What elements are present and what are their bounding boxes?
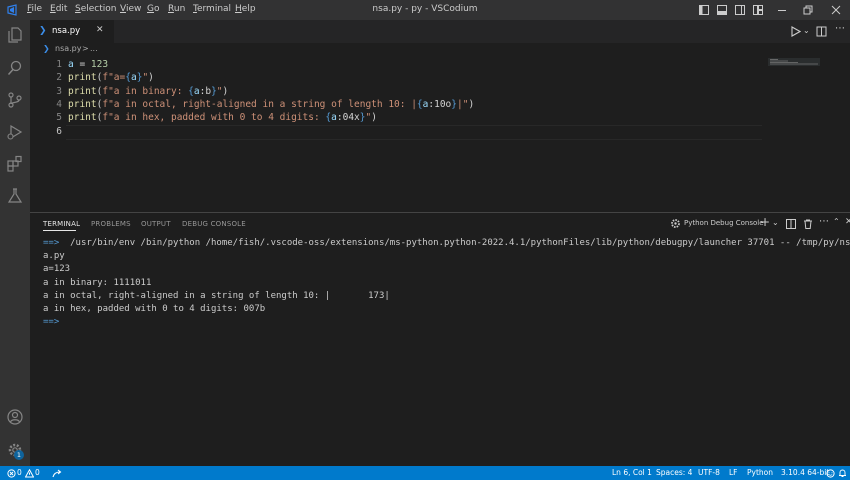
tab-terminal[interactable]: TERMINAL: [43, 220, 80, 228]
terminal-line: a.py: [43, 251, 65, 262]
cursor-position[interactable]: Ln 6, Col 1: [612, 468, 652, 477]
customize-layout-icon[interactable]: [752, 4, 764, 16]
vscodium-logo-icon: [7, 4, 17, 16]
settings-badge: 1: [14, 450, 24, 460]
kill-terminal-trash-icon[interactable]: [803, 219, 813, 229]
language-mode[interactable]: Python: [747, 468, 773, 477]
tab-label: nsa.py: [52, 26, 81, 36]
python-interpreter[interactable]: 3.10.4 64-bit: [781, 468, 829, 477]
account-icon[interactable]: [6, 408, 24, 426]
python-file-icon: ❯: [39, 26, 47, 36]
line-number: 3: [56, 85, 62, 97]
title-bar: File Edit Selection View Go Run Terminal Help n…: [0, 0, 850, 20]
more-actions-icon[interactable]: ⋯: [835, 23, 845, 34]
minimap[interactable]: [768, 58, 820, 66]
new-terminal-icon[interactable]: +: [760, 215, 770, 229]
active-tab-indicator: [43, 230, 76, 231]
terminal-selector[interactable]: Python Debug Console: [684, 219, 764, 227]
menu-terminal[interactable]: Terminal: [193, 4, 231, 14]
close-window-icon[interactable]: [830, 4, 842, 16]
line-number: 5: [56, 112, 62, 124]
extensions-icon[interactable]: [6, 155, 24, 173]
run-python-file-icon[interactable]: [790, 26, 801, 37]
indentation[interactable]: Spaces: 4: [656, 468, 692, 477]
menu-edit[interactable]: Edit: [50, 4, 67, 14]
breadcrumb-symbols[interactable]: ...: [90, 44, 98, 53]
toggle-panel-icon[interactable]: [716, 4, 728, 16]
feedback-icon[interactable]: [826, 469, 835, 478]
code-line[interactable]: a = 123: [68, 59, 108, 70]
code-line[interactable]: print(f"a in binary: {a:b}"): [68, 86, 228, 97]
tab-nsa-py[interactable]: ❯ nsa.py ✕: [30, 20, 114, 43]
testing-icon[interactable]: [6, 187, 24, 205]
tab-output[interactable]: OUTPUT: [141, 220, 171, 228]
current-line-highlight: [66, 124, 762, 140]
split-editor-icon[interactable]: [816, 26, 827, 37]
code-line[interactable]: print(f"a={a}"): [68, 72, 154, 83]
terminal-line: a in octal, right-aligned in a string of…: [43, 290, 390, 301]
debug-terminal-gear-icon: [671, 219, 680, 228]
breadcrumb-python-icon: ❯: [43, 44, 50, 53]
maximize-panel-icon[interactable]: ⌃: [833, 217, 840, 226]
line-number: 6: [56, 125, 62, 137]
explorer-icon[interactable]: [6, 26, 24, 44]
line-number: 1: [56, 59, 62, 70]
terminal-line: ==> /usr/bin/env /bin/python /home/fish/…: [43, 238, 850, 248]
code-line[interactable]: print(f"a in hex, padded with 0 to 4 dig…: [68, 112, 377, 123]
tab-debug-console[interactable]: DEBUG CONSOLE: [182, 220, 246, 228]
menu-file[interactable]: File: [27, 4, 42, 14]
notifications-bell-icon[interactable]: [838, 469, 847, 478]
split-terminal-icon[interactable]: [786, 219, 796, 229]
terminal-line: a in binary: 1111011: [43, 277, 152, 288]
live-share-icon[interactable]: [52, 469, 62, 478]
menu-go[interactable]: Go: [147, 4, 160, 14]
line-number: 2: [56, 72, 62, 84]
code-editor[interactable]: 1 a = 123 2 print(f"a={a}") 3 print(f"a in bi…: [30, 57, 820, 212]
toggle-sidebar-icon[interactable]: [698, 4, 710, 16]
warning-count[interactable]: 0: [35, 468, 40, 477]
terminal-line: ==>: [43, 317, 60, 328]
menu-run[interactable]: Run: [168, 4, 185, 14]
panel-more-actions-icon[interactable]: ⋯: [819, 216, 829, 227]
terminal-panel: TERMINAL PROBLEMS OUTPUT DEBUG CONSOLE P…: [30, 213, 850, 466]
close-panel-icon[interactable]: ✕: [845, 217, 850, 227]
line-number: 4: [56, 98, 62, 110]
activity-bar: 1: [0, 20, 30, 466]
breadcrumb-file[interactable]: nsa.py: [55, 44, 82, 53]
breadcrumb-separator: >: [82, 44, 89, 53]
terminal-line: a=123: [43, 264, 71, 275]
menu-view[interactable]: View: [120, 4, 141, 14]
end-of-line[interactable]: LF: [729, 468, 738, 477]
status-bar: 0 0 Ln 6, Col 1 Spaces: 4 UTF-8 LF Pytho…: [0, 466, 850, 480]
terminal-output[interactable]: ==> /usr/bin/env /bin/python /home/fish/…: [43, 237, 850, 329]
menu-help[interactable]: Help: [235, 4, 256, 14]
error-count[interactable]: 0: [17, 468, 22, 477]
code-line[interactable]: print(f"a in octal, right-aligned in a s…: [68, 99, 474, 110]
restore-icon[interactable]: [802, 4, 814, 16]
errors-icon: [7, 469, 16, 478]
run-options-chevron-icon[interactable]: ⌄: [803, 26, 810, 35]
toggle-secondary-sidebar-icon[interactable]: [734, 4, 746, 16]
warnings-icon: [25, 469, 34, 478]
tab-problems[interactable]: PROBLEMS: [91, 220, 131, 228]
tab-close-icon[interactable]: ✕: [96, 25, 104, 35]
run-debug-icon[interactable]: [6, 123, 24, 141]
editor-tab-bar: ❯ nsa.py ✕ ⌄ ⋯: [30, 20, 850, 43]
menu-selection[interactable]: Selection: [75, 4, 116, 14]
encoding[interactable]: UTF-8: [698, 468, 720, 477]
terminal-line: a in hex, padded with 0 to 4 digits: 007…: [43, 304, 266, 315]
search-icon[interactable]: [6, 59, 24, 77]
terminal-dropdown-chevron-icon[interactable]: ⌄: [772, 218, 779, 227]
minimize-icon[interactable]: [776, 4, 788, 16]
source-control-icon[interactable]: [6, 91, 24, 109]
